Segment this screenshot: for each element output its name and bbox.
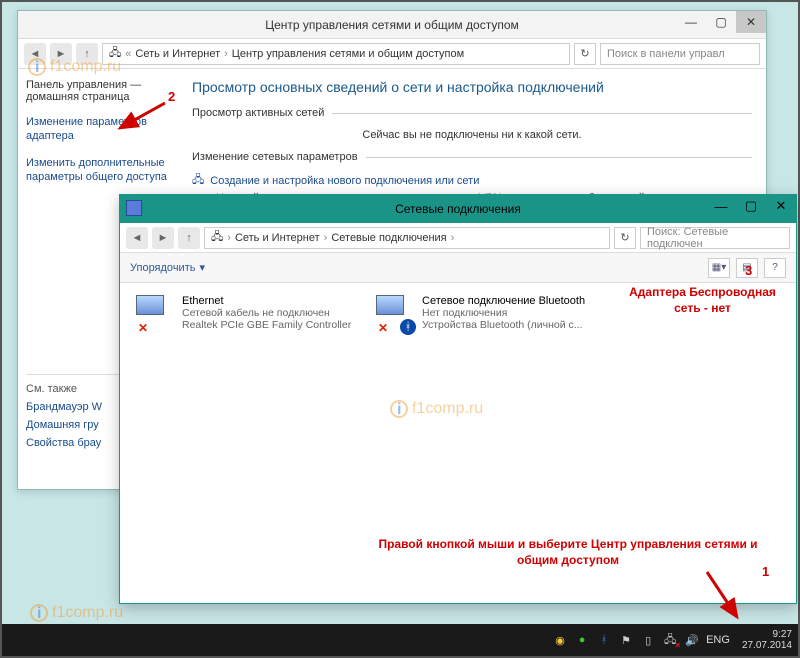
search-input[interactable]: Поиск: Сетевые подключен — [640, 227, 790, 249]
disconnected-x-icon: ✕ — [136, 321, 150, 335]
control-panel-icon: 🖧 — [211, 228, 223, 247]
clock-date: 27.07.2014 — [742, 640, 792, 651]
preview-pane-button[interactable]: ▤ — [736, 258, 758, 278]
network-connections-window: Сетевые подключения — ▢ ✕ ◄ ► ↑ 🖧 › Сеть… — [119, 194, 797, 604]
up-button[interactable]: ↑ — [178, 227, 200, 249]
window-controls: — ▢ ✕ — [676, 11, 766, 33]
volume-tray-icon[interactable]: 🔊 — [684, 632, 700, 648]
network-setup-icon: 🖧 — [192, 171, 204, 190]
window-title: Сетевые подключения — [395, 202, 521, 216]
adapter-status: Сетевой кабель не подключен — [182, 307, 351, 319]
window-icon — [126, 200, 142, 216]
clock-time: 9:27 — [742, 629, 792, 640]
no-network-text: Сейчас вы не подключены ни к какой сети. — [192, 129, 752, 141]
minimize-button[interactable]: — — [706, 195, 736, 217]
window-controls: — ▢ ✕ — [706, 195, 796, 217]
adapter-name: Ethernet — [182, 295, 351, 307]
chevron-down-icon: ▾ — [199, 261, 205, 274]
breadcrumb-part[interactable]: Центр управления сетями и общим доступом — [232, 48, 464, 60]
change-adapter-settings-link[interactable]: Изменение параметров адаптера — [26, 115, 170, 144]
help-button[interactable]: ? — [764, 258, 786, 278]
bluetooth-icon: ᚼ — [400, 319, 416, 335]
ethernet-adapter-icon: ✕ — [136, 295, 176, 335]
active-networks-label: Просмотр активных сетей — [192, 107, 324, 119]
skype-tray-icon[interactable]: ● — [574, 632, 590, 648]
bluetooth-adapter-icon: ✕ ᚼ — [376, 295, 416, 335]
adapter-name: Сетевое подключение Bluetooth — [422, 295, 585, 307]
maximize-button[interactable]: ▢ — [736, 195, 766, 217]
refresh-button[interactable]: ↻ — [574, 43, 596, 65]
minimize-button[interactable]: — — [676, 11, 706, 33]
address-bar: ◄ ► ↑ 🖧 › Сеть и Интернет › Сетевые подк… — [120, 223, 796, 253]
breadcrumb-part[interactable]: Сеть и Интернет — [235, 232, 320, 244]
new-connection-link[interactable]: 🖧 Создание и настройка нового подключени… — [192, 171, 752, 190]
titlebar[interactable]: Центр управления сетями и общим доступом… — [18, 11, 766, 39]
network-tray-icon[interactable]: 🖧✕ — [662, 632, 678, 648]
control-panel-home-link[interactable]: Панель управления — домашняя страница — [26, 79, 170, 103]
watermark: f1comp.ru — [28, 58, 121, 76]
close-button[interactable]: ✕ — [736, 11, 766, 33]
change-params-label: Изменение сетевых параметров — [192, 151, 358, 163]
disconnected-x-icon: ✕ — [376, 321, 390, 335]
breadcrumb-part[interactable]: Сетевые подключения — [331, 232, 446, 244]
page-heading: Просмотр основных сведений о сети и наст… — [192, 79, 752, 95]
action-center-icon[interactable]: ⚑ — [618, 632, 634, 648]
search-input[interactable]: Поиск в панели управл — [600, 43, 760, 65]
adapter-item[interactable]: ✕ ᚼ Сетевое подключение Bluetooth Нет по… — [376, 295, 596, 335]
power-tray-icon[interactable]: ▯ — [640, 632, 656, 648]
adapter-device: Устройства Bluetooth (личной с... — [422, 319, 585, 331]
adapter-item[interactable]: ✕ Ethernet Сетевой кабель не подключен R… — [136, 295, 356, 335]
watermark: f1comp.ru — [30, 604, 123, 622]
toolbar: Упорядочить ▾ ▦▾ ▤ ? — [120, 253, 796, 283]
breadcrumb[interactable]: 🖧 › Сеть и Интернет › Сетевые подключени… — [204, 227, 610, 249]
refresh-button[interactable]: ↻ — [614, 227, 636, 249]
clock[interactable]: 9:27 27.07.2014 — [742, 629, 792, 651]
input-language[interactable]: ENG — [706, 634, 730, 646]
maximize-button[interactable]: ▢ — [706, 11, 736, 33]
breadcrumb[interactable]: 🖧 « Сеть и Интернет › Центр управления с… — [102, 43, 570, 65]
view-icons-button[interactable]: ▦▾ — [708, 258, 730, 278]
taskbar[interactable]: ◉ ● ᚼ ⚑ ▯ 🖧✕ 🔊 ENG 9:27 27.07.2014 — [2, 624, 798, 656]
bluetooth-tray-icon[interactable]: ᚼ — [596, 632, 612, 648]
titlebar[interactable]: Сетевые подключения — ▢ ✕ — [120, 195, 796, 223]
adapter-status: Нет подключения — [422, 307, 585, 319]
organize-menu[interactable]: Упорядочить ▾ — [130, 261, 205, 274]
watermark: f1comp.ru — [390, 400, 483, 418]
change-sharing-settings-link[interactable]: Изменить дополнительные параметры общего… — [26, 156, 170, 185]
forward-button[interactable]: ► — [152, 227, 174, 249]
adapter-device: Realtek PCIe GBE Family Controller — [182, 319, 351, 331]
breadcrumb-part[interactable]: Сеть и Интернет — [135, 48, 220, 60]
back-button[interactable]: ◄ — [126, 227, 148, 249]
close-button[interactable]: ✕ — [766, 195, 796, 217]
system-tray: ◉ ● ᚼ ⚑ ▯ 🖧✕ 🔊 ENG 9:27 27.07.2014 — [552, 629, 792, 651]
adapters-list: ✕ Ethernet Сетевой кабель не подключен R… — [120, 283, 796, 347]
snagit-tray-icon[interactable]: ◉ — [552, 632, 568, 648]
window-title: Центр управления сетями и общим доступом — [265, 18, 519, 32]
address-bar: ◄ ► ↑ 🖧 « Сеть и Интернет › Центр управл… — [18, 39, 766, 69]
